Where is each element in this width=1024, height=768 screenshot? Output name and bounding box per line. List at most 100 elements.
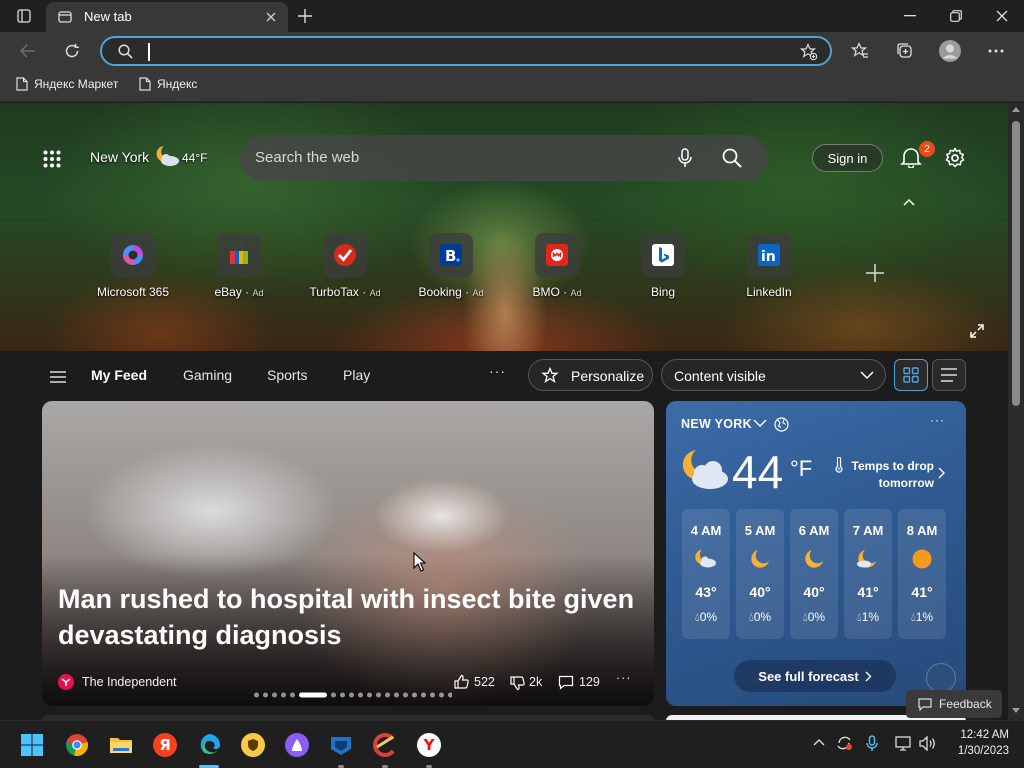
refresh-icon[interactable] [60,41,84,61]
quick-link-booking[interactable]: B Booking · Ad [406,233,496,299]
carousel-dot[interactable] [367,692,372,698]
tab-my-feed[interactable]: My Feed [91,367,147,383]
address-bar[interactable] [100,36,832,66]
restore-icon[interactable] [942,6,970,26]
scroll-down-arrow-icon[interactable] [1012,708,1020,713]
chrome-icon[interactable] [65,733,89,757]
file-explorer-icon[interactable] [109,733,133,757]
edge-icon[interactable] [197,733,221,757]
windows-start-icon[interactable] [20,733,44,757]
search-icon[interactable] [722,148,742,168]
content-visibility-dropdown[interactable]: Content visible [661,359,886,391]
more-tabs-button[interactable]: ··· [489,363,506,379]
see-full-forecast-button[interactable]: See full forecast [734,660,896,692]
carousel-dot[interactable] [448,692,452,698]
story-more-button[interactable]: ··· [616,671,632,685]
collections-icon[interactable] [893,41,917,61]
profile-avatar-icon[interactable] [937,39,963,63]
weather-card[interactable]: NEW YORK ··· 44 °F Temps to drop tomorro… [666,401,966,706]
sign-in-button[interactable]: Sign in [812,144,883,172]
carousel-dot[interactable] [290,692,295,698]
close-tab-icon[interactable] [262,8,280,26]
quick-link-turbotax[interactable]: TurboTax · Ad [300,233,390,299]
weather-alert[interactable]: Temps to drop tomorrow [844,458,934,492]
carousel-dot[interactable] [412,692,417,698]
comment-icon[interactable] [558,675,574,690]
hourly-forecast-item[interactable]: 4 AM 43° 💧︎0% [682,509,730,639]
add-shortcut-plus-icon[interactable] [866,264,884,282]
ccleaner-icon[interactable] [373,733,397,757]
hourly-forecast-item[interactable]: 7 AM 41° 💧︎1% [844,509,892,639]
carousel-dot[interactable] [331,692,336,698]
story-headline[interactable]: Man rushed to hospital with insect bite … [58,581,648,653]
microphone-icon[interactable] [866,735,878,752]
location-label[interactable]: New York [90,149,149,165]
vpn-shield-icon[interactable] [241,733,265,757]
carousel-dot[interactable] [272,692,277,698]
vertical-scrollbar[interactable] [1008,103,1024,720]
thumbs-down-icon[interactable] [510,676,525,691]
carousel-dot[interactable] [439,692,444,698]
new-tab-plus-icon[interactable] [294,6,316,26]
carousel-dot[interactable] [403,692,408,698]
top-story-card[interactable]: Man rushed to hospital with insect bite … [42,401,654,706]
tab-sports[interactable]: Sports [267,367,307,383]
app-launcher-icon[interactable] [40,147,64,171]
yandex-y-icon[interactable]: Y [417,733,441,757]
tab-new-tab[interactable]: New tab [46,2,288,32]
carousel-dot[interactable] [349,692,354,698]
scroll-up-arrow-icon[interactable] [1012,107,1020,112]
tab-play[interactable]: Play [343,367,370,383]
thumbs-up-icon[interactable] [454,674,469,689]
carousel-dot[interactable] [281,692,286,698]
bookmark-yandex[interactable]: Яндекс [139,77,197,91]
tab-gaming[interactable]: Gaming [183,367,232,383]
collapse-chevron-icon[interactable] [903,198,915,206]
carousel-dot[interactable] [394,692,399,698]
hourly-forecast-item[interactable]: 8 AM 41° 💧︎1% [898,509,946,639]
close-window-icon[interactable] [988,6,1016,26]
quick-link-bing[interactable]: Bing [618,233,708,299]
hamburger-menu-icon[interactable] [50,371,66,383]
expand-arrows-icon[interactable] [970,324,984,338]
carousel-dot[interactable] [358,692,363,698]
microphone-icon[interactable] [678,148,692,168]
sync-icon[interactable] [835,735,853,751]
carousel-dot[interactable] [430,692,435,698]
story-source[interactable]: The Independent [82,675,177,689]
scroll-thumb[interactable] [1012,121,1020,406]
carousel-dot[interactable] [421,692,426,698]
app-blue-icon[interactable] [329,733,353,757]
back-arrow-icon[interactable] [16,41,40,61]
quick-link-linkedin[interactable]: in LinkedIn [724,233,814,299]
chevron-right-icon[interactable] [938,467,946,479]
feedback-button[interactable]: Feedback [906,690,1002,718]
web-search-box[interactable]: Search the web [240,135,768,181]
minimize-icon[interactable] [896,6,924,26]
bookmark-yandex-market[interactable]: Яндекс Маркет [16,77,118,91]
globe-location-icon[interactable] [774,417,789,432]
chevron-down-icon[interactable] [753,419,767,428]
yandex-browser-icon[interactable]: Я [153,733,177,757]
carousel-pagination[interactable] [252,691,452,699]
settings-more-icon[interactable] [984,41,1008,61]
carousel-dot[interactable] [376,692,381,698]
weather-city[interactable]: NEW YORK [681,417,752,431]
carousel-dot[interactable] [385,692,390,698]
weather-unit[interactable]: °F [790,456,812,482]
hourly-forecast-item[interactable]: 6 AM 40° 💧︎0% [790,509,838,639]
network-icon[interactable] [895,736,913,751]
weather-avatar-icon[interactable] [926,663,956,693]
volume-speaker-icon[interactable] [919,736,937,751]
carousel-dot[interactable] [263,692,268,698]
carousel-dot-active[interactable] [299,692,327,698]
list-layout-toggle[interactable] [932,359,966,391]
weather-more-button[interactable]: ··· [930,413,945,427]
carousel-dot[interactable] [340,692,345,698]
gear-icon[interactable] [944,147,966,169]
quick-link-ebay[interactable]: eBay · Ad [194,233,284,299]
favorites-icon[interactable] [848,41,872,61]
add-favorite-icon[interactable] [800,43,818,61]
quick-link-microsoft-365[interactable]: Microsoft 365 [88,233,178,299]
grid-layout-toggle[interactable] [894,359,928,391]
